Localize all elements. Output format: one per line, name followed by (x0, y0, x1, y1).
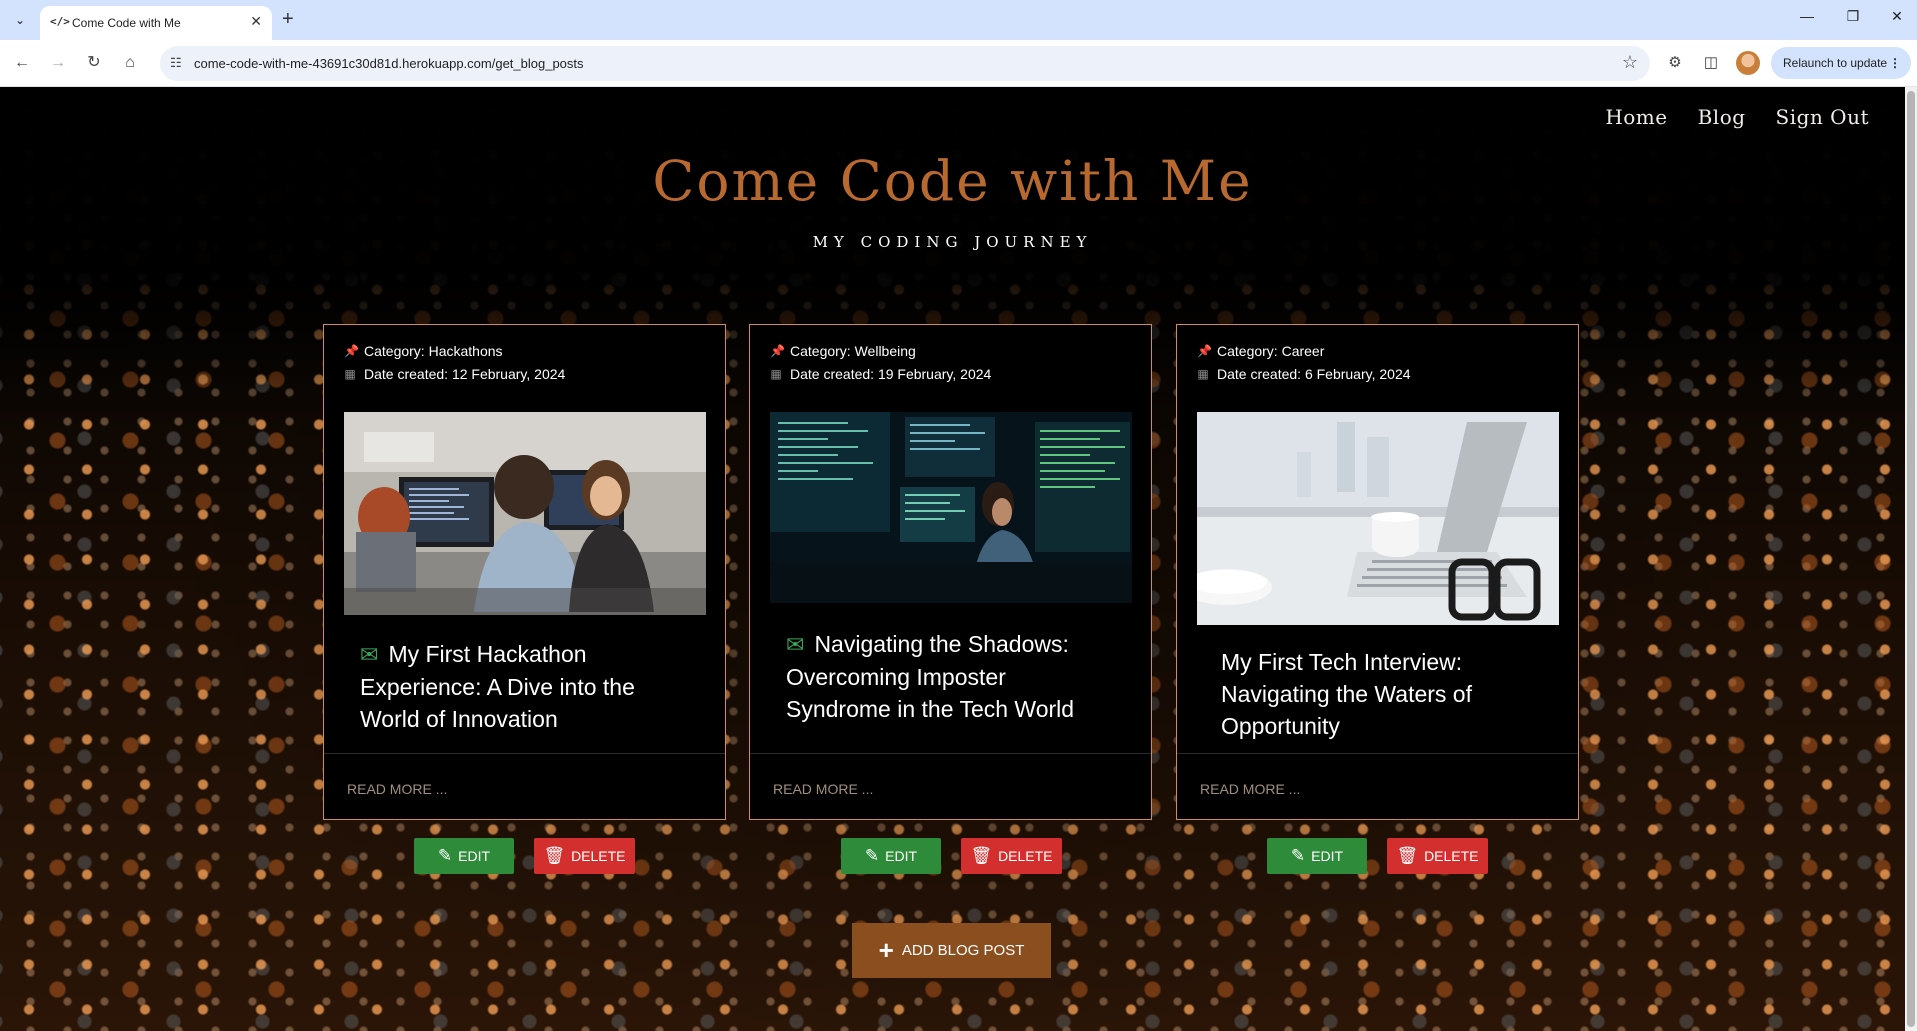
nav-home-link[interactable]: Home (1605, 105, 1667, 129)
post-category: Category: Hackathons (364, 343, 503, 359)
trash-icon: 🗑 (970, 846, 993, 865)
trash-icon: 🗑 (543, 846, 566, 865)
url-text[interactable]: come-code-with-me-43691c30d81d.herokuapp… (194, 56, 584, 71)
file-edit-icon: ✎ (437, 846, 453, 865)
edit-label: EDIT (458, 848, 491, 864)
blog-post-card: 📌 Category: Hackathons ▦ Date created: 1… (323, 324, 726, 820)
post-date: Date created: 12 February, 2024 (364, 366, 566, 382)
card-divider (324, 753, 725, 754)
envelope-icon: ✉ (786, 632, 805, 657)
category-row: 📌 Category: Wellbeing (770, 343, 916, 359)
trash-icon: 🗑 (1396, 846, 1419, 865)
edit-post-button[interactable]: ✎ EDIT (1267, 838, 1367, 874)
add-blog-post-label: ADD BLOG POST (901, 942, 1025, 959)
delete-label: DELETE (998, 848, 1053, 864)
delete-post-button[interactable]: 🗑 DELETE (534, 838, 635, 874)
nav-blog-link[interactable]: Blog (1698, 105, 1746, 129)
more-icon[interactable]: ⋮ (1889, 47, 1901, 79)
edit-post-button[interactable]: ✎ EDIT (414, 838, 514, 874)
edit-post-button[interactable]: ✎ EDIT (841, 838, 941, 874)
forward-icon[interactable]: → (46, 51, 70, 75)
page-scrollbar[interactable] (1905, 87, 1917, 1031)
edit-label: EDIT (885, 848, 918, 864)
delete-post-button[interactable]: 🗑 DELETE (1387, 838, 1488, 874)
new-tab-icon[interactable]: + (282, 8, 294, 31)
delete-label: DELETE (571, 848, 626, 864)
blog-post-card: 📌 Category: Career ▦ Date created: 6 Feb… (1176, 324, 1579, 820)
minimize-icon[interactable]: — (1792, 8, 1822, 24)
calendar-icon: ▦ (1197, 367, 1209, 381)
site-subtitle: MY CODING JOURNEY (812, 233, 1093, 251)
pushpin-icon: 📌 (1197, 344, 1212, 358)
site-title: Come Code with Me (652, 149, 1253, 213)
delete-label: DELETE (1424, 848, 1479, 864)
category-row: 📌 Category: Hackathons (344, 343, 503, 359)
post-title[interactable]: ✉ Navigating the Shadows: Overcoming Impo… (786, 628, 1106, 725)
restore-icon[interactable]: ❐ (1838, 8, 1868, 25)
plus-icon: + (878, 935, 894, 965)
tab-title: Come Code with Me (72, 16, 181, 30)
back-icon[interactable]: ← (10, 51, 34, 75)
post-image-laptop-glasses (1197, 412, 1559, 625)
browser-tab[interactable]: </> Come Code with Me ✕ (40, 6, 272, 40)
date-row: ▦ Date created: 19 February, 2024 (770, 366, 991, 382)
calendar-icon: ▦ (770, 367, 782, 381)
bookmark-star-icon[interactable]: ☆ (1622, 52, 1638, 73)
tab-list-icon[interactable]: ⌄ (10, 10, 30, 30)
date-row: ▦ Date created: 12 February, 2024 (344, 366, 565, 382)
envelope-icon: ✉ (360, 642, 379, 667)
close-window-icon[interactable]: ✕ (1882, 8, 1912, 25)
reload-icon[interactable]: ↻ (82, 51, 106, 75)
nav-sign-out-link[interactable]: Sign Out (1776, 105, 1869, 129)
blog-post-card: 📌 Category: Wellbeing ▦ Date created: 19… (749, 324, 1152, 820)
close-icon[interactable]: ✕ (250, 13, 262, 30)
calendar-icon: ▦ (344, 367, 356, 381)
category-row: 📌 Category: Career (1197, 343, 1324, 359)
home-icon[interactable]: ⌂ (118, 51, 142, 75)
pushpin-icon: 📌 (344, 344, 359, 358)
post-image-woman-coding (770, 412, 1132, 603)
post-date: Date created: 19 February, 2024 (790, 366, 992, 382)
date-row: ▦ Date created: 6 February, 2024 (1197, 366, 1411, 382)
file-edit-icon: ✎ (864, 846, 880, 865)
add-blog-post-button[interactable]: + ADD BLOG POST (852, 923, 1051, 978)
extensions-icon[interactable]: ⚙ (1664, 53, 1686, 71)
read-more-link[interactable]: READ MORE ... (1200, 781, 1300, 797)
delete-post-button[interactable]: 🗑 DELETE (961, 838, 1062, 874)
post-date: Date created: 6 February, 2024 (1217, 366, 1411, 382)
post-category: Category: Career (1217, 343, 1325, 359)
page-content: Home Blog Sign Out Come Code with Me MY … (0, 87, 1905, 1031)
post-title-text: My First Hackathon Experience: A Dive in… (360, 641, 635, 732)
relaunch-button[interactable]: Relaunch to update ⋮ (1771, 47, 1911, 79)
post-image-people-at-computers (344, 412, 706, 615)
edit-label: EDIT (1311, 848, 1344, 864)
read-more-link[interactable]: READ MORE ... (773, 781, 873, 797)
card-divider (750, 753, 1151, 754)
scrollbar-thumb[interactable] (1907, 91, 1915, 1027)
post-title-text: Navigating the Shadows: Overcoming Impos… (786, 631, 1075, 722)
address-bar[interactable]: ☷ come-code-with-me-43691c30d81d.herokua… (160, 46, 1650, 81)
profile-avatar[interactable] (1736, 51, 1760, 75)
read-more-link[interactable]: READ MORE ... (347, 781, 447, 797)
post-title-text: My First Tech Interview: Navigating the … (1221, 649, 1472, 739)
file-edit-icon: ✎ (1290, 846, 1306, 865)
browser-tabstrip: ⌄ </> Come Code with Me ✕ + — ❐ ✕ (0, 0, 1917, 40)
relaunch-label: Relaunch to update (1783, 56, 1888, 70)
post-title[interactable]: ✉ My First Hackathon Experience: A Dive i… (360, 638, 680, 735)
browser-toolbar: ← → ↻ ⌂ ☷ come-code-with-me-43691c30d81d… (0, 40, 1917, 87)
code-favicon-icon: </> (50, 15, 70, 28)
post-title[interactable]: My First Tech Interview: Navigating the … (1221, 646, 1541, 742)
pushpin-icon: 📌 (770, 344, 785, 358)
site-info-icon[interactable]: ☷ (170, 55, 182, 71)
site-nav: Home Blog Sign Out (1605, 105, 1869, 129)
card-divider (1177, 753, 1578, 754)
side-panel-icon[interactable]: ◫ (1700, 53, 1722, 71)
post-category: Category: Wellbeing (790, 343, 916, 359)
